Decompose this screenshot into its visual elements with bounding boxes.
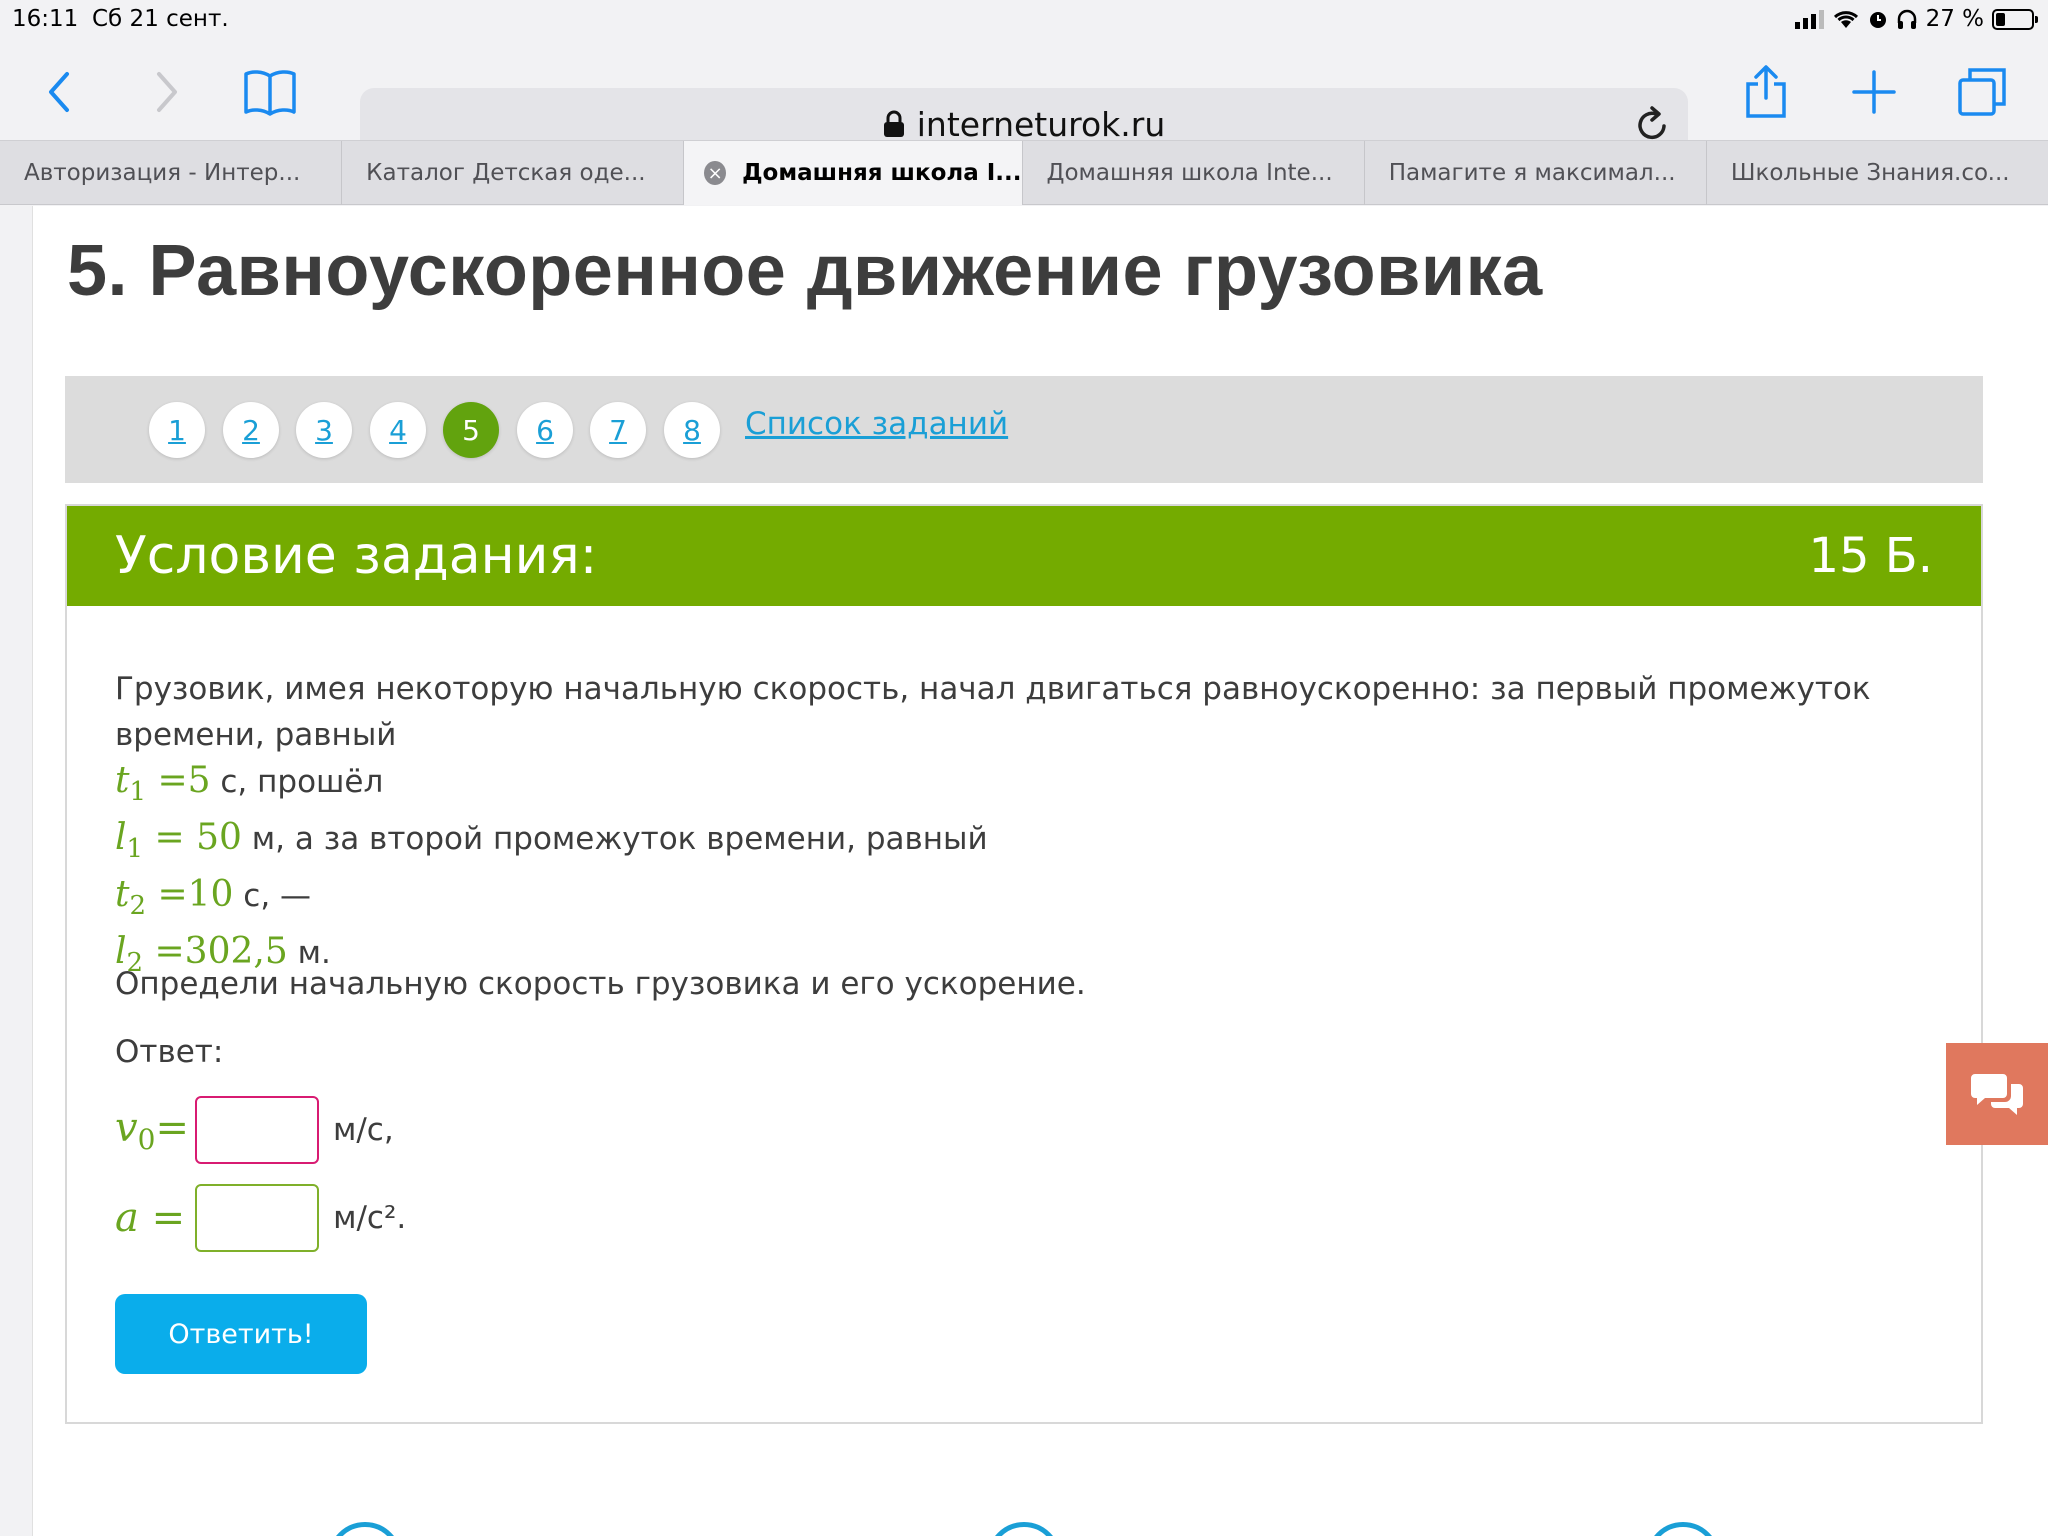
initial-velocity-input[interactable]: [194, 1096, 319, 1164]
condition-text: м, а за второй промежуток времени, равны…: [241, 821, 988, 857]
battery-icon: [1992, 8, 2038, 30]
cellular-signal-icon: [1794, 9, 1824, 29]
math-sub: 0: [137, 1122, 156, 1156]
math-sub: 1: [129, 777, 147, 807]
headphones-icon: [1897, 9, 1916, 29]
condition-line: t2 =10 с, —: [115, 872, 1915, 929]
tabs-overview-button[interactable]: [1952, 62, 2012, 122]
condition-line: l1 = 50 м, а за второй промежуток времен…: [115, 815, 1915, 872]
bookmarks-button[interactable]: [240, 62, 300, 122]
new-tab-button[interactable]: [1844, 62, 1904, 122]
task-header-title: Условие задания:: [115, 526, 598, 586]
condition-text: с, прошёл: [210, 764, 384, 800]
page-content: 5. Равноускоренное движение грузовика 1 …: [32, 206, 2048, 1536]
tab-6[interactable]: Школьные Знания.co...: [1707, 141, 2048, 205]
task-nav-item-6[interactable]: 6: [517, 402, 573, 458]
chat-bubbles-icon: [1971, 1074, 2023, 1115]
task-header: Условие задания: 15 Б.: [67, 506, 1981, 606]
math-var: t: [115, 874, 130, 915]
task-question: Определи начальную скорость грузовика и …: [115, 966, 1086, 1002]
tab-5[interactable]: Памагите я максимал...: [1365, 141, 1707, 205]
task-points: 15 Б.: [1808, 528, 1933, 584]
math-sub: 2: [129, 891, 147, 921]
task-nav-item-3[interactable]: 3: [296, 402, 352, 458]
answer-var-v0: v0=: [115, 1105, 189, 1156]
status-date: Сб 21 сент.: [92, 6, 229, 32]
status-indicators: 27 %: [1794, 6, 2038, 32]
task-nav-item-5-current[interactable]: 5: [443, 402, 499, 458]
status-time: 16:11: [12, 6, 79, 32]
chevron-right-icon: [157, 72, 177, 112]
alarm-icon: [1869, 12, 1886, 28]
status-bar: 16:11 Сб 21 сент. 27 %: [0, 0, 2048, 40]
page-title: 5. Равноускоренное движение грузовика: [67, 231, 1543, 311]
task-intro: Грузовик, имея некоторую начальную скоро…: [115, 671, 1871, 753]
math-eq: = 50: [143, 817, 242, 858]
share-icon: [1746, 65, 1786, 118]
task-navigation: 1 2 3 4 5 6 7 8 Список заданий: [65, 376, 1983, 483]
forward-button[interactable]: [136, 62, 196, 122]
answer-unit: м/с².: [333, 1200, 407, 1236]
task-list-link[interactable]: Список заданий: [745, 406, 1008, 442]
math-var: t: [115, 760, 130, 801]
answer-row-v0: v0= м/с,: [115, 1096, 394, 1164]
task-nav-item-1[interactable]: 1: [149, 402, 205, 458]
reload-icon[interactable]: [1634, 104, 1670, 144]
tab-label: Школьные Знания.co...: [1730, 160, 2010, 186]
math-var: l: [115, 817, 127, 858]
battery-percent: 27 %: [1925, 6, 1984, 32]
answer-row-a: a = м/с².: [115, 1184, 406, 1252]
math-eq: =10: [146, 874, 234, 915]
chevron-left-icon: [49, 72, 69, 112]
math-var: a: [115, 1195, 139, 1241]
task-nav-item-2[interactable]: 2: [223, 402, 279, 458]
math-eq: =: [155, 1104, 189, 1151]
tab-label: Каталог Детская оде...: [366, 160, 646, 186]
plus-icon: [1852, 70, 1896, 114]
url-text: interneturok.ru: [916, 104, 1166, 144]
lock-icon: [883, 110, 904, 137]
math-sub: 1: [126, 834, 144, 864]
task-nav-item-7[interactable]: 7: [590, 402, 646, 458]
task-card: Условие задания: 15 Б. Грузовик, имея не…: [65, 504, 1983, 1424]
task-nav-item-4[interactable]: 4: [370, 402, 426, 458]
answer-var-a: a =: [115, 1195, 185, 1241]
tab-label: Памагите я максимал...: [1388, 160, 1676, 186]
share-button[interactable]: [1736, 62, 1796, 122]
book-icon: [244, 70, 296, 116]
task-nav-item-8[interactable]: 8: [664, 402, 720, 458]
answer-unit: м/с,: [332, 1112, 394, 1148]
browser-toolbar: interneturok.ru: [0, 40, 2048, 160]
tab-3-active[interactable]: × Домашняя школа I...: [684, 141, 1023, 205]
tab-label: Домашняя школа Inte...: [1046, 160, 1333, 186]
close-tab-icon[interactable]: ×: [704, 161, 727, 185]
math-var: v: [115, 1104, 138, 1151]
condition-line: t1 =5 с, прошёл: [115, 758, 1915, 815]
tab-bar: Авторизация - Интер... Каталог Детская о…: [0, 140, 2048, 205]
chat-button[interactable]: [1946, 1043, 2048, 1145]
tab-label: Домашняя школа I...: [742, 160, 1022, 186]
submit-answer-button[interactable]: Ответить!: [115, 1294, 367, 1374]
tab-label: Авторизация - Интер...: [24, 160, 301, 186]
task-condition: Грузовик, имея некоторую начальную скоро…: [115, 666, 1915, 986]
tabs-icon: [1958, 68, 2006, 116]
answer-label: Ответ:: [115, 1034, 224, 1070]
acceleration-input[interactable]: [195, 1184, 320, 1252]
condition-text: с, —: [233, 878, 312, 914]
math-eq: =5: [146, 760, 211, 801]
tab-1[interactable]: Авторизация - Интер...: [0, 141, 343, 205]
tab-4[interactable]: Домашняя школа Inte...: [1023, 141, 1365, 205]
wifi-icon: [1833, 11, 1858, 28]
math-eq: =: [138, 1195, 186, 1241]
tab-2[interactable]: Каталог Детская оде...: [342, 141, 685, 205]
back-button[interactable]: [30, 62, 90, 122]
